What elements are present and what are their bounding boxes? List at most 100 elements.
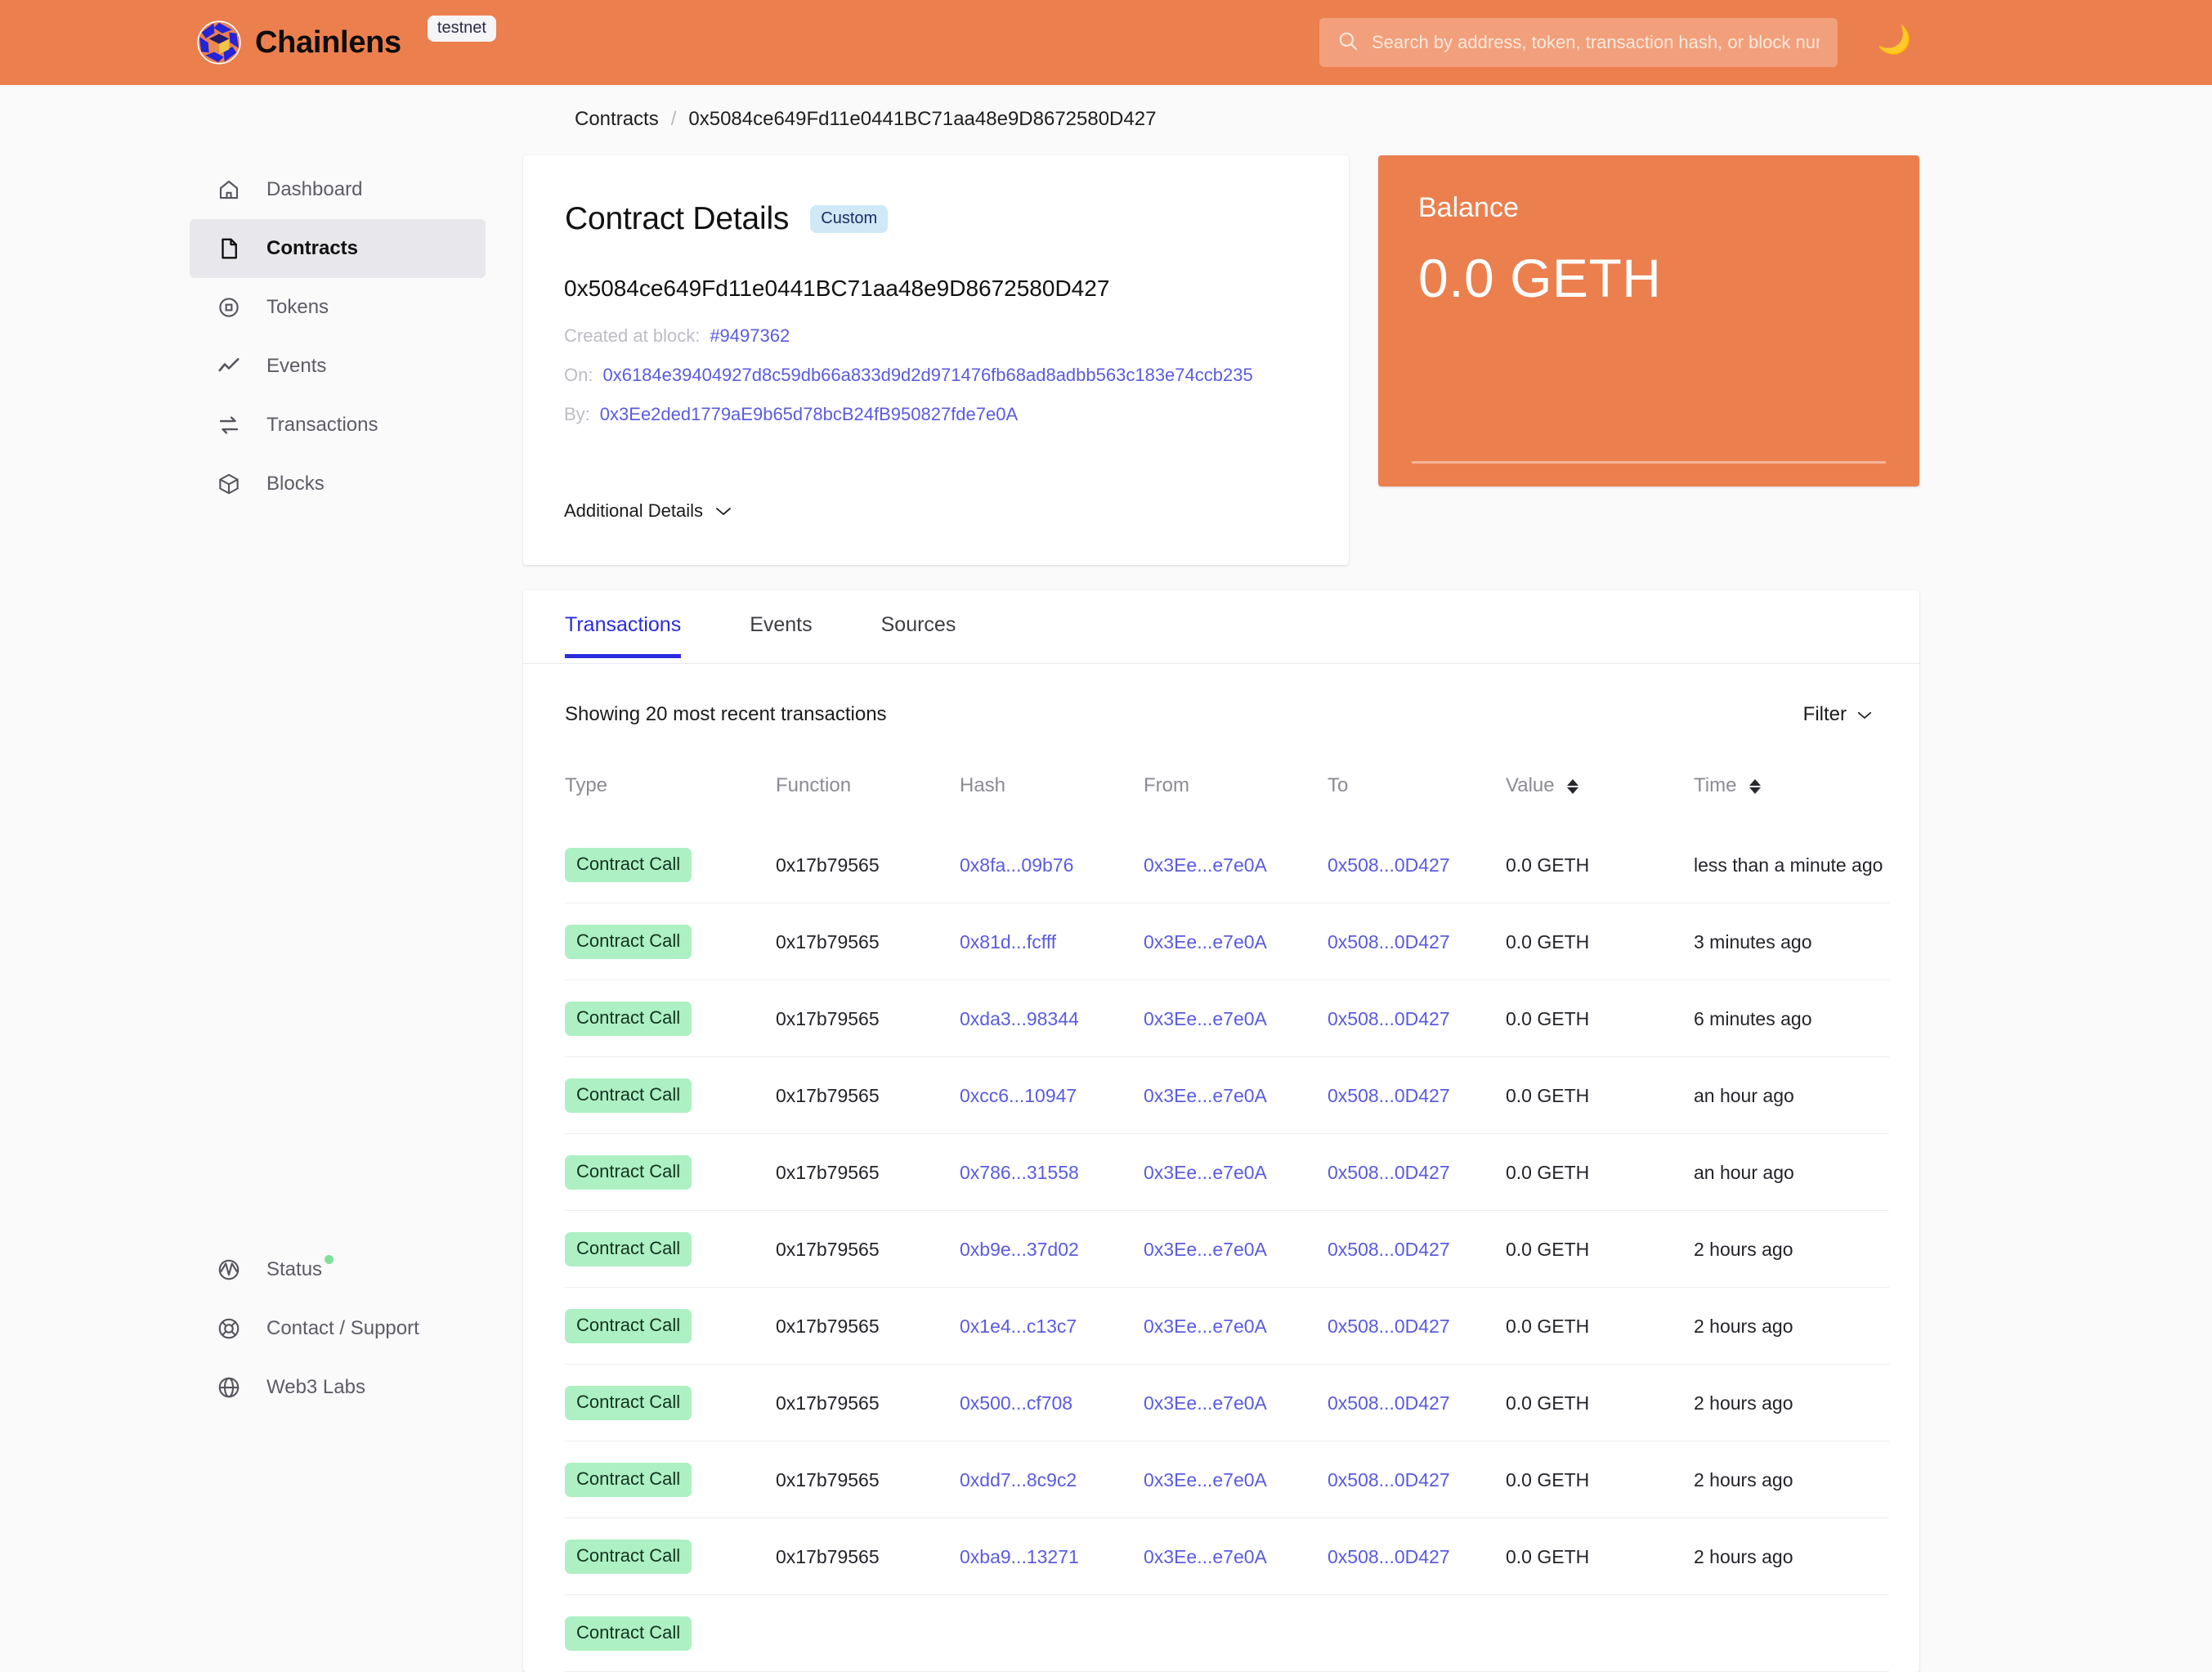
sidebar-item-label: Contact / Support (266, 1317, 419, 1339)
column-header-hash[interactable]: Hash (960, 774, 1144, 827)
table-toolbar: Showing 20 most recent transactions Filt… (523, 664, 1919, 726)
to-address-link[interactable]: 0x508...0D427 (1328, 1546, 1450, 1567)
sidebar-item-contracts[interactable]: Contracts (190, 219, 486, 278)
status-indicator-dot (325, 1255, 334, 1264)
to-address-link[interactable]: 0x508...0D427 (1328, 1162, 1450, 1183)
to-address-link[interactable]: 0x508...0D427 (1328, 854, 1450, 876)
table-row[interactable]: Contract Call 0x17b79565 0x500...cf708 0x3E… (565, 1364, 1889, 1441)
column-header-function[interactable]: Function (776, 774, 960, 827)
table-row[interactable]: Contract Call 0x17b79565 0xda3...98344 0x3E… (565, 979, 1889, 1057)
transaction-hash-link[interactable]: 0xcc6...10947 (960, 1085, 1077, 1106)
from-address-link[interactable]: 0x3Ee...e7e0A (1144, 1162, 1267, 1183)
from-address-link[interactable]: 0x3Ee...e7e0A (1144, 1392, 1267, 1414)
global-search[interactable] (1319, 18, 1838, 67)
transaction-hash-link[interactable]: 0x1e4...c13c7 (960, 1316, 1077, 1337)
transaction-type-badge: Contract Call (565, 1155, 692, 1190)
cell-to: 0x508...0D427 (1328, 1441, 1506, 1518)
breadcrumb-contracts-link[interactable]: Contracts (575, 108, 659, 131)
cell-to (1328, 1594, 1506, 1672)
to-address-link[interactable]: 0x508...0D427 (1328, 1085, 1450, 1106)
transaction-hash-link[interactable]: 0x500...cf708 (960, 1392, 1072, 1414)
sidebar-item-transactions[interactable]: Transactions (190, 396, 486, 455)
table-row[interactable]: Contract Call (565, 1594, 1889, 1672)
cell-hash: 0x81d...fcfff (960, 903, 1144, 980)
cell-hash: 0xba9...13271 (960, 1517, 1144, 1595)
column-header-to[interactable]: To (1328, 774, 1506, 827)
cell-type: Contract Call (565, 903, 776, 980)
from-address-link[interactable]: 0x3Ee...e7e0A (1144, 1316, 1267, 1337)
to-address-link[interactable]: 0x508...0D427 (1328, 1469, 1450, 1490)
transaction-hash-link[interactable]: 0xb9e...37d02 (960, 1239, 1079, 1260)
filter-button[interactable]: Filter (1803, 703, 1873, 726)
to-address-link[interactable]: 0x508...0D427 (1328, 1392, 1450, 1414)
table-row[interactable]: Contract Call 0x17b79565 0x786...31558 0x3E… (565, 1133, 1889, 1211)
table-row[interactable]: Contract Call 0x17b79565 0xdd7...8c9c2 0x3E… (565, 1441, 1889, 1518)
transaction-hash-link[interactable]: 0x8fa...09b76 (960, 854, 1073, 876)
to-address-link[interactable]: 0x508...0D427 (1328, 1008, 1450, 1029)
table-header-row: Type Function Hash From To Value Time (565, 774, 1889, 827)
cell-function: 0x17b79565 (776, 827, 960, 903)
sidebar-item-status[interactable]: Status (190, 1240, 486, 1299)
cell-value: 0.0 GETH (1506, 1441, 1694, 1518)
document-icon (216, 235, 242, 262)
sort-toggle-icon[interactable] (1749, 778, 1762, 794)
to-address-link[interactable]: 0x508...0D427 (1328, 931, 1450, 953)
table-row[interactable]: Contract Call 0x17b79565 0x1e4...c13c7 0x3E… (565, 1287, 1889, 1365)
from-address-link[interactable]: 0x3Ee...e7e0A (1144, 1085, 1267, 1106)
column-header-type[interactable]: Type (565, 774, 776, 827)
search-input[interactable] (1372, 32, 1820, 53)
table-row[interactable]: Contract Call 0x17b79565 0x81d...fcfff 0x3E… (565, 903, 1889, 980)
sidebar-item-contact-support[interactable]: Contact / Support (190, 1299, 486, 1358)
cell-value: 0.0 GETH (1506, 1210, 1694, 1288)
created-at-block-link[interactable]: #9497362 (710, 325, 790, 347)
transaction-hash-link[interactable]: 0xda3...98344 (960, 1008, 1079, 1029)
created-by-link[interactable]: 0x3Ee2ded1779aE9b65d78bcB24fB950827fde7e… (600, 404, 1018, 425)
contract-tabs-card: Transactions Events Sources Showing 20 m… (523, 590, 1919, 1672)
cell-type: Contract Call (565, 1441, 776, 1518)
cell-function: 0x17b79565 (776, 1441, 960, 1518)
table-row[interactable]: Contract Call 0x17b79565 0xb9e...37d02 0x3E… (565, 1210, 1889, 1288)
from-address-link[interactable]: 0x3Ee...e7e0A (1144, 931, 1267, 953)
sidebar-item-label: Contracts (266, 237, 359, 259)
cell-to: 0x508...0D427 (1328, 1210, 1506, 1288)
sidebar-item-tokens[interactable]: Tokens (190, 278, 486, 337)
column-header-value[interactable]: Value (1506, 774, 1694, 827)
tab-transactions[interactable]: Transactions (565, 590, 682, 658)
created-on-label: On: (564, 365, 593, 385)
from-address-link[interactable]: 0x3Ee...e7e0A (1144, 854, 1267, 876)
breadcrumb-current-address: 0x5084ce649Fd11e0441BC71aa48e9D8672580D4… (688, 108, 1157, 130)
to-address-link[interactable]: 0x508...0D427 (1328, 1239, 1450, 1260)
column-header-time[interactable]: Time (1694, 774, 1889, 827)
transaction-hash-link[interactable]: 0x81d...fcfff (960, 931, 1056, 953)
transaction-hash-link[interactable]: 0x786...31558 (960, 1162, 1079, 1183)
brand-logo[interactable]: Chainlens testnet (196, 16, 496, 65)
created-on-tx-link[interactable]: 0x6184e39404927d8c59db66a833d9d2d971476f… (602, 365, 1252, 386)
from-address-link[interactable]: 0x3Ee...e7e0A (1144, 1239, 1267, 1260)
sidebar-item-web3-labs[interactable]: Web3 Labs (190, 1358, 486, 1417)
table-row[interactable]: Contract Call 0x17b79565 0xba9...13271 0x3E… (565, 1517, 1889, 1595)
cell-hash: 0x786...31558 (960, 1133, 1144, 1211)
table-row[interactable]: Contract Call 0x17b79565 0x8fa...09b76 0x3E… (565, 827, 1889, 903)
from-address-link[interactable]: 0x3Ee...e7e0A (1144, 1546, 1267, 1567)
tab-events[interactable]: Events (750, 590, 812, 658)
transaction-hash-link[interactable]: 0xdd7...8c9c2 (960, 1469, 1077, 1490)
sidebar-item-blocks[interactable]: Blocks (190, 455, 486, 513)
transaction-hash-link[interactable]: 0xba9...13271 (960, 1546, 1079, 1567)
cell-time: 3 minutes ago (1694, 903, 1889, 980)
sidebar-item-events[interactable]: Events (190, 337, 486, 396)
cell-from: 0x3Ee...e7e0A (1144, 903, 1328, 980)
contract-meta-list: Created at block: #9497362 On: 0x6184e39… (564, 325, 1253, 443)
sidebar-item-dashboard[interactable]: Dashboard (190, 160, 486, 219)
tab-sources[interactable]: Sources (881, 590, 956, 658)
cell-hash: 0xb9e...37d02 (960, 1210, 1144, 1288)
table-row[interactable]: Contract Call 0x17b79565 0xcc6...10947 0x3E… (565, 1056, 1889, 1134)
from-address-link[interactable]: 0x3Ee...e7e0A (1144, 1008, 1267, 1029)
to-address-link[interactable]: 0x508...0D427 (1328, 1316, 1450, 1337)
from-address-link[interactable]: 0x3Ee...e7e0A (1144, 1469, 1267, 1490)
dark-mode-toggle-icon[interactable]: 🌙 (1877, 26, 1911, 54)
additional-details-toggle[interactable]: Additional Details (564, 500, 732, 522)
column-header-from[interactable]: From (1144, 774, 1328, 827)
transaction-type-badge: Contract Call (565, 1309, 692, 1343)
sort-toggle-icon[interactable] (1567, 778, 1579, 794)
cell-hash (960, 1594, 1144, 1672)
